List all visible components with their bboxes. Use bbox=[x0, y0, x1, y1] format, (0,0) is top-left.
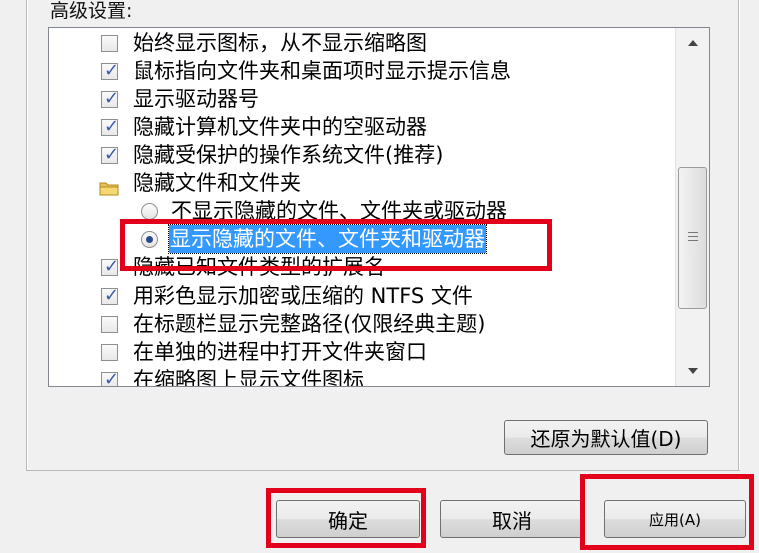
checkbox[interactable]: ✓ bbox=[101, 285, 119, 306]
list-item-label: 隐藏受保护的操作系统文件(推荐) bbox=[133, 143, 444, 167]
list-content: 始终显示图标，从不显示缩略图 ✓ 鼠标指向文件夹和桌面项时显示提示信息 ✓ 显示… bbox=[49, 28, 675, 386]
vertical-scrollbar[interactable] bbox=[675, 28, 709, 386]
list-item-label: 隐藏文件和文件夹 bbox=[133, 171, 301, 195]
list-item-label: 用彩色显示加密或压缩的 NTFS 文件 bbox=[133, 284, 473, 308]
advanced-settings-list[interactable]: 始终显示图标，从不显示缩略图 ✓ 鼠标指向文件夹和桌面项时显示提示信息 ✓ 显示… bbox=[48, 27, 710, 387]
checkbox[interactable]: ✓ bbox=[101, 144, 119, 165]
dialog-left-edge bbox=[0, 0, 26, 553]
highlight-box-show-hidden bbox=[120, 219, 552, 271]
checkbox[interactable]: ✓ bbox=[101, 256, 119, 277]
highlight-box-apply bbox=[580, 474, 754, 550]
checkmark-icon: ✓ bbox=[104, 285, 120, 306]
checkbox[interactable]: ✓ bbox=[101, 116, 119, 137]
group-border-bottom bbox=[26, 470, 740, 471]
checkmark-icon: ✓ bbox=[104, 369, 120, 386]
checkbox[interactable]: ✓ bbox=[101, 88, 119, 109]
list-item-label: 在单独的进程中打开文件夹窗口 bbox=[133, 340, 427, 364]
checkbox[interactable] bbox=[101, 344, 118, 361]
checkmark-icon: ✓ bbox=[104, 256, 120, 277]
checkbox[interactable]: ✓ bbox=[101, 60, 119, 81]
arrow-down-icon bbox=[688, 368, 698, 374]
checkmark-icon: ✓ bbox=[104, 116, 120, 137]
list-item-label: 始终显示图标，从不显示缩略图 bbox=[133, 31, 427, 55]
checkmark-icon: ✓ bbox=[104, 88, 120, 109]
radio-button[interactable] bbox=[141, 203, 158, 220]
scroll-down-button[interactable] bbox=[676, 356, 709, 386]
highlight-box-ok bbox=[266, 488, 426, 548]
folder-icon bbox=[99, 175, 119, 196]
arrow-up-icon bbox=[688, 40, 698, 46]
list-item-label: 在标题栏显示完整路径(仅限经典主题) bbox=[133, 312, 486, 336]
scroll-up-button[interactable] bbox=[676, 28, 709, 58]
grip-line bbox=[688, 236, 698, 237]
dialog-right-edge bbox=[751, 0, 759, 553]
list-item-label: 显示驱动器号 bbox=[133, 87, 259, 111]
group-border-right-highlight bbox=[739, 0, 740, 470]
checkbox[interactable] bbox=[101, 316, 118, 333]
list-item-label: 在缩略图上显示文件图标 bbox=[133, 368, 364, 386]
grip-line bbox=[688, 240, 698, 241]
checkbox[interactable] bbox=[101, 35, 118, 52]
checkmark-icon: ✓ bbox=[104, 144, 120, 165]
scrollbar-thumb[interactable] bbox=[678, 167, 707, 309]
restore-defaults-button[interactable]: 还原为默认值(D) bbox=[504, 420, 708, 455]
group-border-left-highlight bbox=[27, 0, 28, 470]
grip-line bbox=[688, 232, 698, 233]
checkmark-icon: ✓ bbox=[104, 60, 120, 81]
checkbox[interactable]: ✓ bbox=[101, 369, 119, 386]
advanced-settings-label: 高级设置: bbox=[48, 0, 135, 23]
list-item-label: 鼠标指向文件夹和桌面项时显示提示信息 bbox=[133, 59, 511, 83]
list-item-label: 隐藏计算机文件夹中的空驱动器 bbox=[133, 115, 427, 139]
cancel-button[interactable]: 取消 bbox=[440, 500, 584, 538]
